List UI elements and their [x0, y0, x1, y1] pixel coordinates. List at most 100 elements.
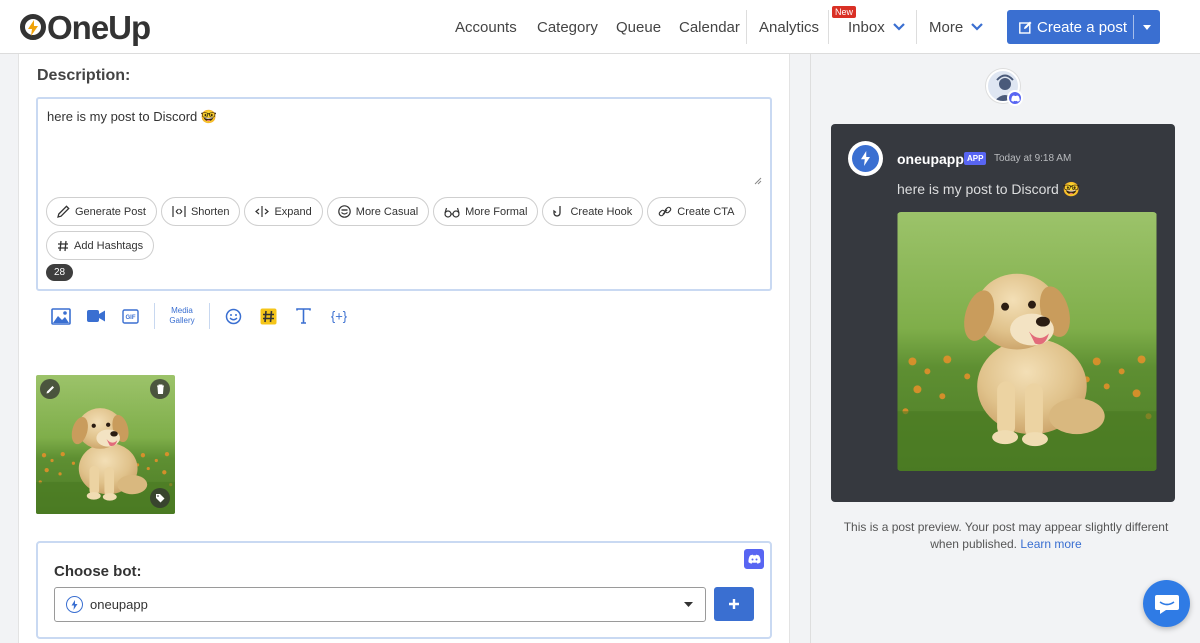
bolt-icon — [861, 151, 870, 166]
shorten-icon — [172, 205, 186, 218]
bot-name: oneupapp — [897, 151, 964, 167]
variables-button[interactable]: {+} — [321, 302, 356, 330]
create-hook-label: Create Hook — [570, 205, 633, 218]
choose-bot-label: Choose bot: — [54, 563, 142, 580]
create-cta-button[interactable]: Create CTA — [647, 197, 746, 226]
bot-select-dropdown[interactable]: oneupapp — [54, 587, 706, 622]
expand-button[interactable]: Expand — [244, 197, 323, 226]
create-post-label: Create a post — [1037, 18, 1128, 36]
toolbar-divider — [209, 303, 210, 329]
description-textarea[interactable]: here is my post to Discord 🤓 — [47, 109, 217, 125]
app-tag-badge: APP — [964, 152, 987, 165]
nav-category[interactable]: Category — [537, 19, 598, 36]
add-hashtags-button[interactable]: Add Hashtags — [46, 231, 155, 260]
message-text: here is my post to Discord 🤓 — [897, 181, 1081, 197]
ai-actions-row: Generate Post Shorten Expand More Casual… — [46, 197, 746, 226]
media-gallery-label-1: Media — [171, 306, 193, 315]
delete-image-button[interactable] — [150, 379, 170, 399]
nav-divider — [916, 10, 917, 44]
hook-icon — [553, 205, 565, 218]
chevron-down-icon — [971, 18, 983, 36]
create-post-dropdown-button[interactable] — [1134, 24, 1160, 30]
hashtag-button[interactable] — [251, 302, 286, 330]
nav-inbox[interactable]: Inbox — [848, 0, 905, 54]
plus-icon — [729, 599, 739, 609]
logo-text: OneUp — [47, 8, 151, 46]
hashtag-icon — [57, 240, 69, 252]
shorten-button[interactable]: Shorten — [160, 197, 241, 226]
expand-label: Expand — [274, 205, 312, 218]
text-format-icon — [296, 308, 311, 324]
create-hook-button[interactable]: Create Hook — [542, 197, 644, 226]
tag-icon — [156, 494, 165, 503]
nav-queue[interactable]: Queue — [616, 19, 661, 36]
nav-links: Calendar — [679, 0, 740, 54]
puppy-image — [897, 212, 1157, 471]
nav-analytics[interactable]: Analytics — [759, 19, 819, 36]
oneup-logo[interactable]: OneUp — [20, 7, 151, 47]
nav-links: Accounts — [455, 0, 517, 54]
preview-disclaimer: This is a post preview. Your post may ap… — [831, 519, 1181, 553]
message-timestamp: Today at 9:18 AM — [994, 153, 1072, 164]
add-bot-button[interactable] — [714, 587, 754, 621]
more-casual-button[interactable]: More Casual — [326, 197, 430, 226]
media-gallery-button[interactable]: Media Gallery — [161, 306, 203, 326]
caret-down-icon — [684, 602, 693, 607]
nav-divider — [746, 10, 747, 44]
discord-icon — [744, 549, 764, 569]
resize-grip-icon[interactable] — [754, 177, 762, 185]
edit-icon — [1019, 21, 1032, 34]
create-cta-label: Create CTA — [677, 205, 735, 218]
support-chat-button[interactable] — [1143, 580, 1190, 627]
post-editor-panel: Description: here is my post to Discord … — [18, 54, 790, 643]
create-post-button[interactable]: Create a post — [1007, 10, 1133, 44]
media-gallery-label-2: Gallery — [169, 316, 195, 325]
tag-image-button[interactable] — [150, 488, 170, 508]
variables-icon: {+} — [330, 309, 347, 324]
nav-divider — [828, 10, 829, 44]
trash-icon — [156, 384, 164, 394]
more-formal-label: More Formal — [465, 205, 528, 218]
edit-image-button[interactable] — [40, 379, 60, 399]
text-format-button[interactable] — [286, 302, 321, 330]
media-toolbar: GIF Media Gallery {+} — [43, 302, 356, 330]
emoji-button[interactable] — [216, 302, 251, 330]
hashtag-icon — [260, 308, 277, 324]
video-upload-button[interactable] — [78, 302, 113, 330]
ai-actions-row-2: Add Hashtags — [46, 231, 155, 260]
logo-bolt-icon — [20, 14, 46, 40]
image-icon — [50, 307, 71, 325]
bot-avatar — [848, 141, 883, 176]
nav-links: Category — [537, 0, 598, 54]
image-upload-button[interactable] — [43, 302, 78, 330]
more-casual-label: More Casual — [355, 205, 419, 218]
nav-more-label: More — [929, 18, 964, 36]
shorten-label: Shorten — [190, 205, 230, 218]
emoji-icon — [225, 308, 242, 324]
nav-accounts[interactable]: Accounts — [455, 19, 517, 36]
link-icon — [658, 205, 672, 219]
pencil-icon — [57, 205, 70, 218]
learn-more-link[interactable]: Learn more — [1020, 537, 1081, 551]
nav-calendar[interactable]: Calendar — [679, 19, 740, 36]
pencil-icon — [46, 385, 54, 393]
character-count-badge: 28 — [46, 264, 73, 281]
post-preview-panel: oneupapp APP Today at 9:18 AM here is my… — [810, 54, 1200, 643]
choose-bot-section: Choose bot: oneupapp — [36, 541, 772, 639]
generate-post-button[interactable]: Generate Post — [46, 197, 157, 226]
top-navbar: OneUp Accounts Category Queue Calendar A… — [0, 0, 1200, 54]
gif-icon: GIF — [122, 308, 139, 324]
nav-more[interactable]: More — [929, 0, 983, 54]
gif-button[interactable]: GIF — [113, 302, 148, 330]
nav-links: Queue — [616, 0, 661, 54]
video-icon — [86, 310, 105, 322]
chat-bubble-icon — [1154, 594, 1179, 614]
description-editor: here is my post to Discord 🤓 Generate Po… — [36, 97, 772, 291]
smile-icon — [337, 205, 351, 218]
message-image — [897, 212, 1157, 471]
nav-inbox-label: Inbox — [848, 18, 885, 36]
toolbar-divider — [154, 303, 155, 329]
more-formal-button[interactable]: More Formal — [433, 197, 539, 226]
attached-image-thumbnail[interactable] — [36, 375, 175, 514]
bot-bolt-icon — [66, 596, 83, 613]
